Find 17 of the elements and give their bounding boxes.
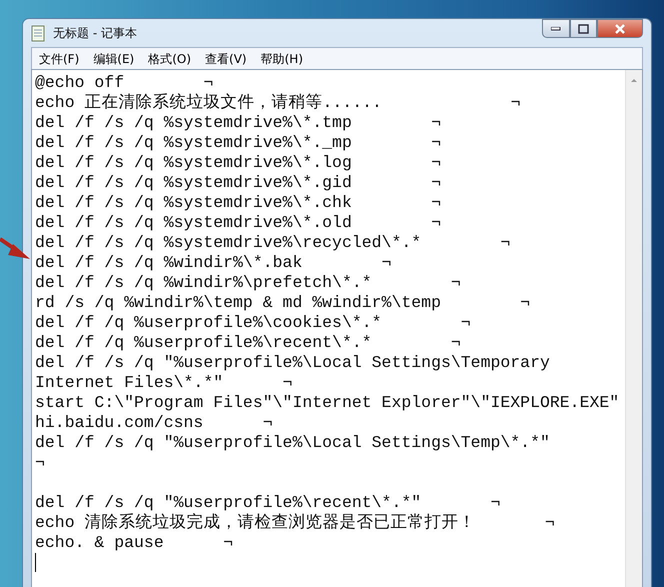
text-cursor [35, 553, 36, 572]
notepad-icon [31, 24, 45, 42]
menu-item[interactable]: 帮助(H) [254, 48, 310, 69]
scrollbar[interactable] [625, 70, 642, 587]
minimize-icon [551, 26, 561, 30]
maximize-button[interactable] [570, 19, 597, 38]
close-button[interactable] [597, 19, 643, 38]
menu-item[interactable]: 编辑(E) [86, 48, 142, 69]
close-icon [614, 24, 626, 34]
menu-item[interactable]: 格式(O) [141, 48, 198, 69]
maximize-icon [578, 24, 589, 34]
arrow-drawing [0, 237, 30, 259]
minimize-button[interactable] [542, 19, 570, 38]
menu-item[interactable]: 查看(V) [198, 48, 254, 69]
menu-item[interactable]: 文件(F) [32, 48, 86, 69]
window-title: 无标题 - 记事本 [53, 25, 137, 42]
editor-text: @echo off ¬ echo 正在清除系统垃圾文件，请稍等...... ¬ del /f /s /q %systemdrive%\*.tmp ¬ del /f /s /q %systemdrive%\*._mp ¬ del /f /s /q %systemdrive%\*.log ¬ del /f /s /q %systemdrive%\*.gid ¬ del /f /s /q %systemdrive%\*.chk ¬ del /f /s /q %systemdrive%\*.old ¬ del /f /s /q %systemdrive%\recycled\*.* ¬ del /f /s /q %windir%\*.bak ¬ del /f /s /q %windir%\prefetch\*.* ¬ rd /s /q %windir%\temp & md %windir%\temp ¬ del /f /q %userprofile%\cookies\*.* ¬ del /f /q %userprofile%\recent\*.* ¬ del /f /s /q "%userprofile%\Local Settings\Temporary Internet Files\*.*" ¬ start C:\"Program Files"\"Internet Explorer"\"IEXPLORE.EXE" hi.baidu.com/csns ¬ del /f /s /q "%userprofile%\Local Settings\Temp\*.*" ¬ del /f /s /q "%userprofile%\recent\*.*" ¬ echo 清除系统垃圾完成，请检查浏览器是否已正常打开！ ¬ echo. & pause ¬ [35, 73, 620, 553]
